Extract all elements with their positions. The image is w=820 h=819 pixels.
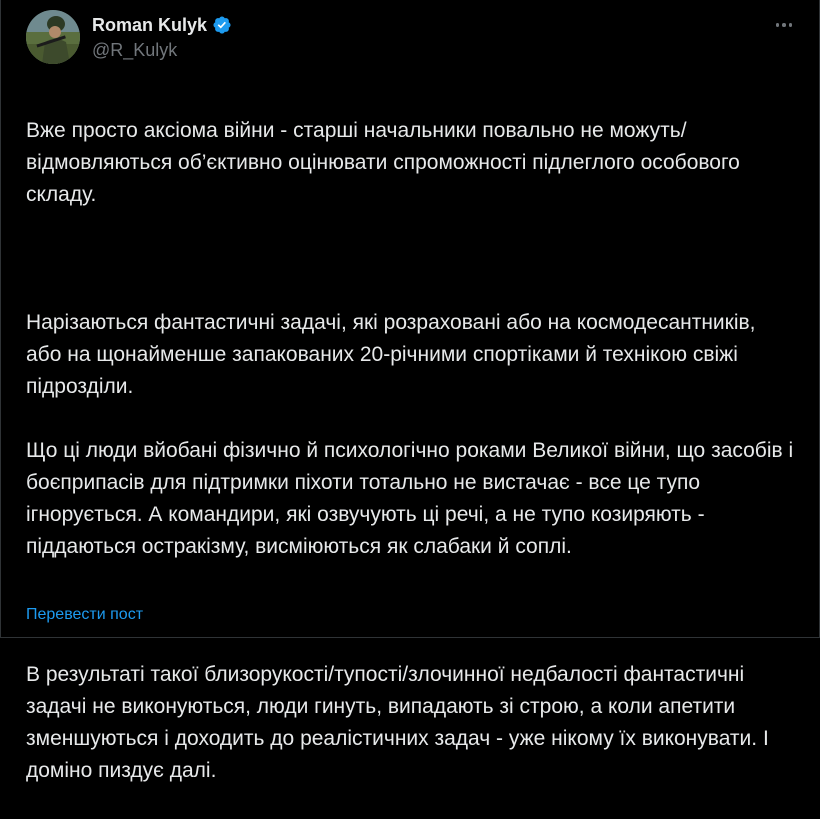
display-name-row: Roman Kulyk	[92, 14, 232, 36]
author-handle[interactable]: @R_Kulyk	[92, 40, 232, 61]
tweet-header: Roman Kulyk @R_Kulyk	[26, 10, 796, 64]
tweet-paragraph-2a: Нарізаються фантастичні задачі, які розр…	[26, 311, 756, 398]
author-display-name[interactable]: Roman Kulyk	[92, 15, 207, 36]
tweet-paragraph-1: Вже просто аксіома війни - старші началь…	[26, 119, 740, 206]
tweet-text: Вже просто аксіома війни - старші началь…	[26, 83, 796, 819]
verified-badge-icon[interactable]	[212, 15, 232, 35]
more-horizontal-icon[interactable]	[772, 16, 796, 34]
avatar-image	[26, 10, 80, 64]
tweet-paragraph-3: В результаті такої близорукості/тупості/…	[26, 663, 769, 782]
avatar[interactable]	[26, 10, 80, 64]
author-names: Roman Kulyk @R_Kulyk	[92, 14, 232, 61]
translate-post-link[interactable]: Перевести пост	[26, 606, 143, 624]
tweet-card: Roman Kulyk @R_Kulyk Вже просто аксіома …	[0, 0, 820, 782]
tweet-paragraph-2b: Що ці люди вйобані фізично й психологічн…	[26, 439, 794, 558]
